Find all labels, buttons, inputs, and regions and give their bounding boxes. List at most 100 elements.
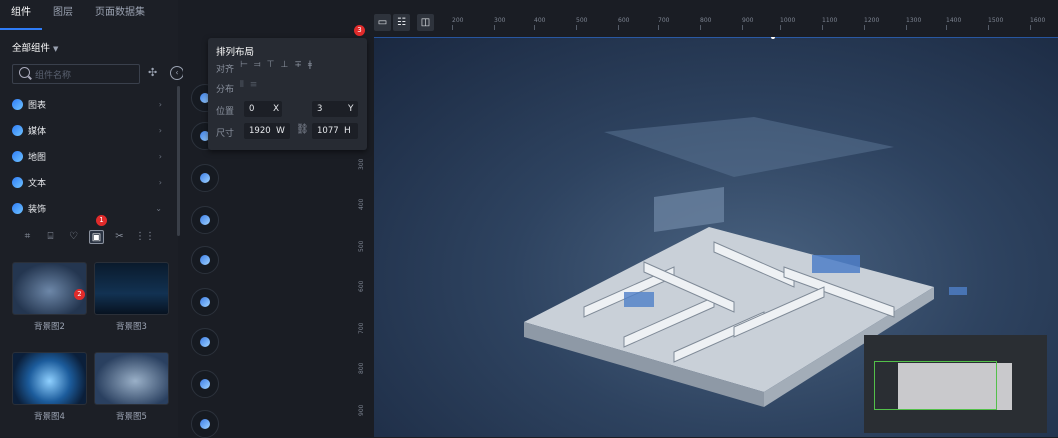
align-middle-icon[interactable]: ǂ [308,60,318,70]
align-label: 对齐 [216,65,235,75]
decoration-type-bar: ⌗ ⌸ ♡ ▣ ✂ ⋮⋮ [20,230,155,244]
thumbnail-bg2[interactable] [12,262,87,315]
ruler-tick: 1600 [1030,17,1046,30]
distribute-vertical-icon[interactable]: ≡ [250,80,264,90]
thumbnail-label: 背景图2 [34,322,65,332]
decoration-icon [12,202,23,214]
strip-item[interactable] [191,328,219,356]
component-icon [200,215,210,225]
y-unit: Y [348,104,354,114]
align-buttons: ⊢⫤⊤⊥∓ǂ [240,60,318,70]
category-label: 地图 [28,152,47,163]
ruler-tick: 800 [700,17,712,30]
category-decoration[interactable]: 装饰 ⌄ [12,198,170,218]
component-icon [200,173,210,183]
thumbnail-label: 背景图3 [116,322,147,332]
ruler-tick: 1100 [822,17,838,30]
tab-page-datasets[interactable]: 页面数据集 [84,0,156,30]
collapse-icon[interactable]: ‹ [170,66,184,80]
align-top-icon[interactable]: ⊤ [267,60,281,70]
strip-item[interactable] [191,164,219,192]
align-hcenter-icon[interactable]: ⫤ [254,60,267,70]
align-left-icon[interactable]: ⊢ [240,60,254,70]
settings-sliders-icon[interactable]: ☷ [393,14,410,31]
text-icon [12,176,23,188]
category-maps[interactable]: 地图 › [12,146,170,166]
category-label: 媒体 [28,126,47,137]
category-dropdown[interactable]: 全部组件 ▼ [12,40,58,54]
category-text[interactable]: 文本 › [12,172,170,192]
step-badge-3: 3 [354,25,365,36]
thumbnail-label: 背景图4 [34,412,65,422]
component-icon [200,379,210,389]
component-icon [200,419,210,429]
distribute-horizontal-icon[interactable]: ⫴ [240,80,250,90]
vertical-ruler: 300 400 500 600 700 800 900 [336,110,365,430]
search-icon [19,67,30,78]
thumbnail-bg5[interactable] [94,352,169,405]
category-charts[interactable]: 图表 › [12,94,170,114]
category-media[interactable]: 媒体 › [12,120,170,140]
panel-scrollbar[interactable] [177,86,180,236]
chart-icon [12,98,23,110]
border-icon[interactable]: ⌸ [43,230,58,244]
ruler-tick: 700 [658,17,670,30]
strip-item[interactable] [191,288,219,316]
pin-icon[interactable]: ✣ [148,66,157,79]
tab-layers[interactable]: 图层 [42,0,84,30]
screen-view-icon[interactable]: ▭ [374,14,391,31]
link-icon[interactable]: ⛓ [296,124,309,135]
x-unit: X [273,104,280,114]
strip-item[interactable] [191,410,219,438]
heart-icon[interactable]: ♡ [66,230,81,244]
ruler-tick: 1500 [988,17,1004,30]
arrange-layout-popup: 排列布局 对齐 ⊢⫤⊤⊥∓ǂ 分布 ⫴≡ 位置 0 X 3 Y 尺寸 1920 … [208,38,367,150]
chevron-right-icon: › [158,125,162,135]
component-icon [200,297,210,307]
component-icon [200,255,210,265]
thumbnail-bg4[interactable] [12,352,87,405]
ruler-tick: 500 [576,17,588,30]
media-icon [12,124,23,136]
align-vcenter-icon[interactable]: ∓ [294,60,308,70]
ruler-tick: 200 [452,17,464,30]
map-icon [12,150,23,162]
strip-item[interactable] [191,206,219,234]
chevron-right-icon: › [158,177,162,187]
component-panel: 组件 图层 页面数据集 全部组件 ▼ 组件名称 ✣ ‹ 图表 › 媒体 › 地图 › … [0,0,184,437]
ruler-tick: 700 [358,322,365,334]
ruler-tick: 1300 [906,17,922,30]
minimap[interactable] [864,335,1047,433]
ruler-tick: 1400 [946,17,962,30]
ruler-tick: 900 [358,404,365,416]
thumbnail-bg3[interactable] [94,262,169,315]
horizontal-ruler: 200 300 400 500 600 700 800 900 1000 110… [440,0,1058,37]
scissors-icon[interactable]: ✂ [112,230,127,244]
frame-icon[interactable]: ⌗ [20,230,35,244]
thumbnail-label: 背景图5 [116,412,147,422]
ruler-tick: 1000 [780,17,796,30]
chevron-right-icon: › [158,99,162,109]
caret-down-icon: ▼ [53,45,59,53]
strip-item[interactable] [191,246,219,274]
grid-icon[interactable]: ⋮⋮ [135,230,155,244]
layers-toggle-icon[interactable]: ◫ [417,14,434,31]
ruler-tick: 1200 [864,17,880,30]
chevron-right-icon: › [158,151,162,161]
distribute-buttons: ⫴≡ [240,80,263,90]
tab-components[interactable]: 组件 [0,0,42,30]
ruler-tick: 300 [494,17,506,30]
ruler-tick: 400 [534,17,546,30]
chevron-down-icon: ⌄ [155,203,162,213]
size-h-input[interactable]: 1077 [312,123,358,139]
category-label: 文本 [28,178,47,189]
search-input[interactable]: 组件名称 [12,64,140,84]
minimap-viewport[interactable] [874,361,997,410]
category-title: 全部组件 [12,43,51,54]
ruler-tick: 400 [358,198,365,210]
strip-item[interactable] [191,370,219,398]
image-icon[interactable]: ▣ [89,230,104,244]
ruler-tick: 600 [618,17,630,30]
align-bottom-icon[interactable]: ⊥ [280,60,294,70]
h-unit: H [344,126,351,136]
